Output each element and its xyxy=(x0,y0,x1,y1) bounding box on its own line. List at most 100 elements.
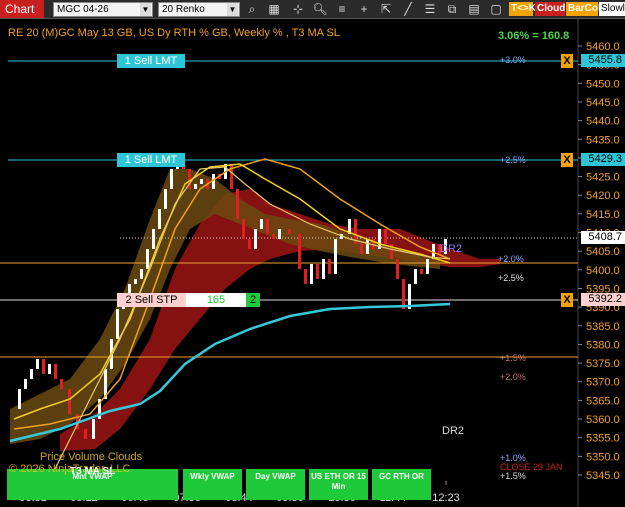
renko-bar xyxy=(134,279,137,284)
sell-limit-price-1: 5455.8 xyxy=(581,54,625,67)
instrument-selector[interactable]: MGC 04-26 ▼ xyxy=(53,2,153,17)
renko-bar xyxy=(396,259,399,279)
cancel-order-icon[interactable]: X xyxy=(561,293,573,307)
renko-bar xyxy=(322,259,325,279)
renko-bar xyxy=(18,389,21,409)
cursor-icon[interactable]: ⇱ xyxy=(378,1,394,17)
current-price: 5408.7 xyxy=(581,231,625,244)
renko-bar xyxy=(30,369,33,379)
percent-label: +2.0% xyxy=(500,372,526,382)
chart-toolbar: Chart MGC 04-26 ▼ 20 Renko ▼ ⌕ ▦ ⊹ 🔍︎ ≡ … xyxy=(0,0,625,19)
sell-limit-price-2: 5429.3 xyxy=(581,153,625,166)
renko-bar xyxy=(248,239,251,249)
time-tick-label: 12:23 xyxy=(432,492,460,504)
renko-bar xyxy=(360,244,363,254)
window-icon[interactable]: ▢ xyxy=(488,1,504,17)
renko-bar xyxy=(420,269,423,274)
price-tick-label: 5350.0 xyxy=(586,451,620,463)
renko-bar xyxy=(272,234,275,239)
draw-icon[interactable]: ╱ xyxy=(400,1,416,17)
cloud-toggle[interactable]: Cloud xyxy=(535,2,565,16)
percent-label: +2.5% xyxy=(498,273,524,283)
renko-bar xyxy=(146,249,149,269)
renko-bar xyxy=(48,364,51,374)
barcol-toggle[interactable]: BarCol xyxy=(566,2,601,16)
renko-bar xyxy=(84,429,87,439)
dr2-label: DR2 xyxy=(442,425,465,437)
chevron-down-icon: ▼ xyxy=(227,3,238,16)
cancel-order-icon[interactable]: X xyxy=(561,153,573,167)
renko-bar xyxy=(116,309,119,339)
renko-bar xyxy=(42,359,45,374)
renko-bar xyxy=(68,389,71,414)
add-icon[interactable]: + xyxy=(356,1,372,17)
properties-icon[interactable]: ≡ xyxy=(334,1,350,17)
us-eth-or-button[interactable]: US ETH OR 15 Min xyxy=(309,469,368,500)
renko-bar xyxy=(200,179,203,184)
sell-stop-order[interactable]: 2 Sell STP xyxy=(117,293,186,307)
renko-bar xyxy=(152,229,155,249)
price-tick-label: 5405.0 xyxy=(586,246,620,258)
price-tick-label: 5450.0 xyxy=(586,78,620,90)
price-tick-label: 5440.0 xyxy=(586,116,620,128)
sell-stop-ticks: 165 xyxy=(186,293,246,307)
price-tick-label: 5360.0 xyxy=(586,414,620,426)
percent-label: +2.0% xyxy=(498,254,524,264)
renko-bar xyxy=(316,264,319,279)
renko-bar xyxy=(54,364,57,379)
chart-panel[interactable]: 5460.05455.05450.05445.05440.05435.05430… xyxy=(0,19,625,507)
price-tick-label: 5425.0 xyxy=(586,172,620,184)
t3-ma-sl-label: T3 MA SL xyxy=(70,466,116,477)
slow-toggle[interactable]: Slowl xyxy=(599,2,625,16)
wkly-vwap-button[interactable]: Wkly VWAP xyxy=(183,469,242,500)
crosshair-icon[interactable]: ⊹ xyxy=(290,1,306,17)
dr2-label: DR2 xyxy=(440,243,463,255)
renko-bar xyxy=(170,169,173,189)
search-icon[interactable]: ⌕ xyxy=(244,1,260,17)
price-chart-canvas[interactable]: 5460.05455.05450.05445.05440.05435.05430… xyxy=(0,19,625,507)
percent-label: +1.5% xyxy=(500,471,526,481)
magnify-icon[interactable]: 🔍︎ xyxy=(312,1,328,17)
price-tick-label: 5380.0 xyxy=(586,339,620,351)
renko-bar xyxy=(298,234,301,269)
renko-bar xyxy=(384,229,387,244)
lines-icon[interactable]: ☰ xyxy=(422,1,438,17)
renko-bar xyxy=(164,189,167,209)
tk-toggle[interactable]: T<>K xyxy=(509,2,536,16)
tile-icon[interactable]: ⧉ xyxy=(444,1,460,17)
price-tick-label: 5365.0 xyxy=(586,395,620,407)
cancel-order-icon[interactable]: X xyxy=(561,54,573,68)
renko-bar xyxy=(242,219,245,239)
renko-bar xyxy=(288,229,291,234)
sell-limit-order-2[interactable]: 1 Sell LMT xyxy=(117,153,185,167)
renko-bar xyxy=(60,379,63,389)
renko-bar xyxy=(328,259,331,274)
renko-bar xyxy=(426,259,429,274)
renko-bar xyxy=(304,269,307,284)
renko-bar xyxy=(266,219,269,234)
renko-bar xyxy=(254,229,257,249)
sell-stop-quantity[interactable]: 2 xyxy=(246,293,260,307)
renko-bar xyxy=(194,184,197,189)
bar-type-selector[interactable]: 20 Renko ▼ xyxy=(158,2,240,17)
renko-bar xyxy=(366,239,369,254)
summary-percent: 3.06% = 160.8 xyxy=(498,30,570,42)
zoom-icon[interactable]: ▦ xyxy=(266,1,282,17)
chevron-down-icon: ▼ xyxy=(140,3,151,16)
chart-tab[interactable]: Chart xyxy=(0,0,44,18)
gc-rth-or-button[interactable]: GC RTH OR xyxy=(372,469,431,500)
renko-bar xyxy=(92,419,95,439)
sell-limit-order-1[interactable]: 1 Sell LMT xyxy=(117,54,185,68)
renko-bar xyxy=(236,189,239,219)
price-tick-label: 5345.0 xyxy=(586,470,620,482)
sell-stop-price: 5392.2 xyxy=(581,293,625,306)
price-tick-label: 5415.0 xyxy=(586,209,620,221)
grid-icon[interactable]: ▤ xyxy=(466,1,482,17)
price-tick-label: 5375.0 xyxy=(586,358,620,370)
renko-bar xyxy=(158,209,161,229)
day-vwap-button[interactable]: Day VWAP xyxy=(246,469,305,500)
renko-bar xyxy=(260,219,263,229)
percent-label: +3.0% xyxy=(500,55,526,65)
price-tick-label: 5400.0 xyxy=(586,265,620,277)
renko-bar xyxy=(36,359,39,369)
